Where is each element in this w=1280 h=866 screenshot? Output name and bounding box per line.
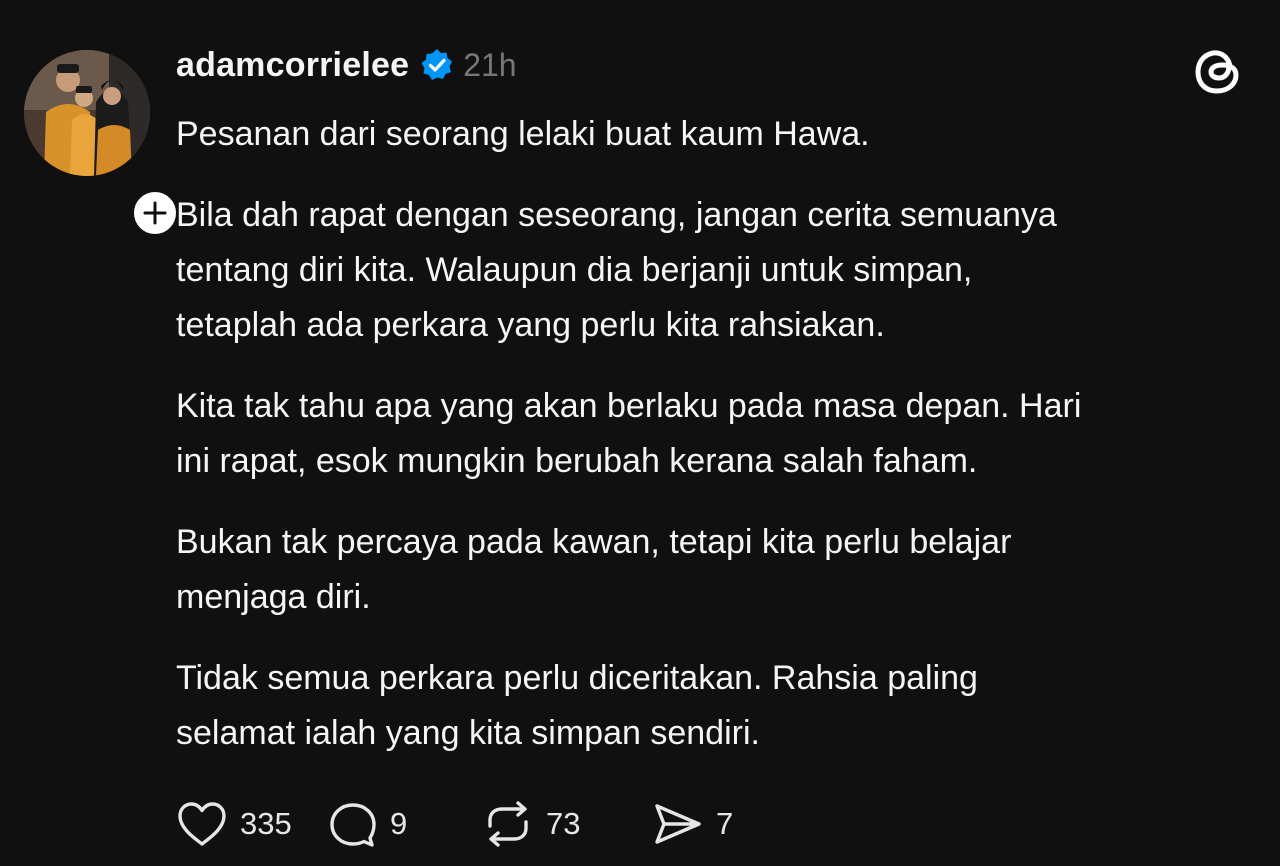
post-paragraph: Tidak semua perkara perlu diceritakan. R… — [176, 659, 978, 752]
threads-logo-icon[interactable] — [1192, 44, 1246, 98]
follow-button[interactable] — [130, 188, 180, 238]
share-count: 7 — [716, 806, 734, 841]
reply-button[interactable]: 9 — [326, 800, 482, 848]
post-paragraph: Kita tak tahu apa yang akan berlaku pada… — [176, 387, 1082, 480]
avatar[interactable] — [24, 50, 150, 176]
post-timestamp: 21h — [463, 46, 517, 83]
heart-icon — [178, 802, 226, 846]
plus-icon — [143, 201, 167, 225]
family-photo-avatar — [24, 50, 150, 176]
repost-button[interactable]: 73 — [482, 800, 652, 848]
like-button[interactable]: 335 — [176, 800, 326, 848]
post-paragraph: Pesanan dari seorang lelaki buat kaum Ha… — [176, 115, 870, 153]
post-body: Pesanan dari seorang lelaki buat kaum Ha… — [176, 107, 1246, 787]
reply-count: 9 — [390, 806, 408, 841]
repost-count: 73 — [546, 806, 581, 841]
like-count: 335 — [240, 806, 292, 841]
post-paragraph: Bukan tak percaya pada kawan, tetapi kit… — [176, 523, 1012, 616]
verified-badge-icon — [419, 47, 455, 83]
thread-post: adamcorrielee 21h Pesanan dari seorang l… — [0, 0, 1280, 866]
post-actions: 335 9 73 7 — [176, 798, 772, 850]
send-icon — [655, 804, 701, 844]
post-paragraph: Bila dah rapat dengan seseorang, jangan … — [176, 196, 1057, 344]
avatar-container — [24, 50, 180, 238]
share-button[interactable]: 7 — [652, 800, 772, 848]
comment-icon — [330, 803, 376, 847]
post-header: adamcorrielee 21h — [176, 40, 517, 90]
username[interactable]: adamcorrielee — [176, 46, 409, 85]
repost-icon — [488, 801, 528, 847]
